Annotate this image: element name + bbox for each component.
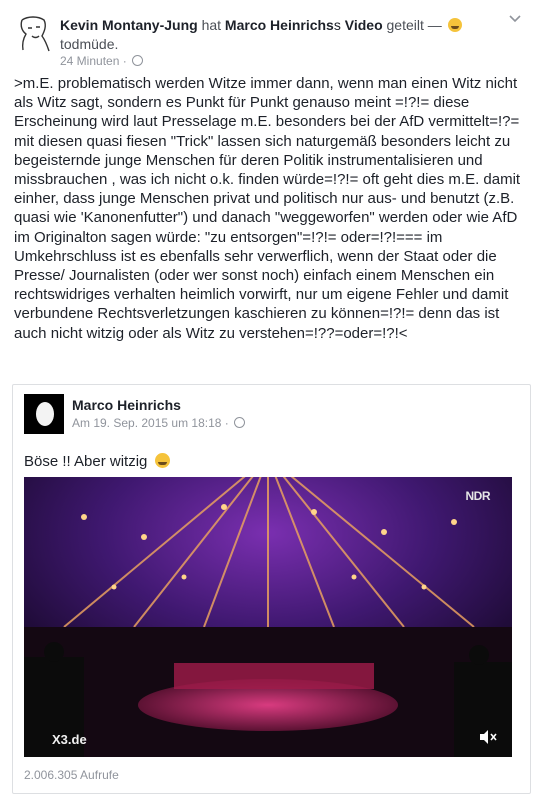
- shared-object-link[interactable]: Video: [345, 17, 383, 33]
- shared-prefix: hat: [201, 17, 222, 33]
- feed-post: Kevin Montany-Jung hat Marco Heinrichss …: [0, 0, 541, 796]
- globe-icon[interactable]: [234, 417, 246, 428]
- video-frame: [24, 477, 512, 757]
- shared-post-text: Böse !! Aber witzig: [24, 453, 170, 470]
- view-count: 2.006.305 Aufrufe: [24, 768, 119, 782]
- ndr-logo: NDR: [465, 489, 491, 503]
- globe-icon[interactable]: [132, 55, 144, 66]
- post-text: >m.E. problematisch werden Witze immer d…: [14, 75, 521, 342]
- video-player[interactable]: NDR X3.de: [24, 477, 512, 757]
- shared-post-meta: Am 19. Sep. 2015 um 18:18 ·: [72, 416, 246, 430]
- wink-emoji-icon: [154, 453, 170, 468]
- x3-logo: X3.de: [52, 732, 87, 747]
- shared-date-link[interactable]: Am 19. Sep. 2015 um 18:18 ·: [72, 416, 229, 430]
- post-time-link[interactable]: 24 Minuten: [60, 54, 119, 68]
- mute-icon[interactable]: [478, 729, 498, 745]
- shared-text: Böse !! Aber witzig: [24, 453, 148, 470]
- shared-suffix: geteilt —: [386, 17, 442, 33]
- shared-post-card[interactable]: Marco Heinrichs Am 19. Sep. 2015 um 18:1…: [12, 384, 531, 794]
- shared-avatar[interactable]: [24, 394, 64, 434]
- author-name-link[interactable]: Kevin Montany-Jung: [60, 17, 198, 33]
- post-header: Kevin Montany-Jung hat Marco Heinrichss …: [60, 16, 500, 54]
- feeling-emoji-icon: [447, 18, 462, 32]
- shared-name-link[interactable]: Marco Heinrichs: [225, 17, 334, 33]
- chevron-down-icon[interactable]: [508, 12, 522, 26]
- author-avatar-icon[interactable]: [14, 14, 54, 54]
- post-meta: 24 Minuten ·: [60, 54, 144, 68]
- shared-author-name[interactable]: Marco Heinrichs: [72, 397, 181, 413]
- feeling-text: todmüde.: [60, 36, 119, 52]
